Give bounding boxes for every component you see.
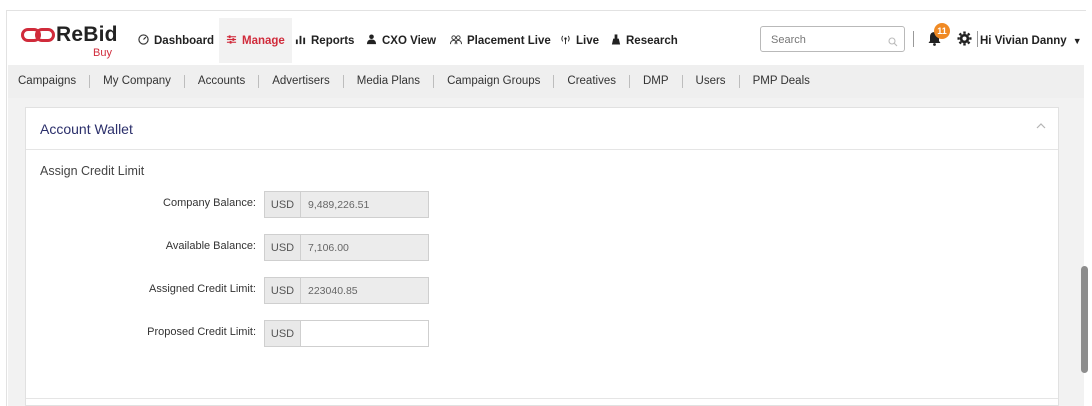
user-menu[interactable]: Hi Vivian Danny ▼ — [980, 18, 1082, 63]
nav-live[interactable]: Live — [560, 18, 599, 63]
subnav-pmp-deals[interactable]: PMP Deals — [740, 75, 823, 88]
flask-icon — [611, 33, 621, 48]
subnav-advertisers[interactable]: Advertisers — [259, 75, 344, 88]
card-divider — [26, 398, 1058, 399]
currency-addon: USD — [264, 277, 301, 304]
nav-dashboard-label: Dashboard — [154, 34, 215, 47]
nav-research[interactable]: Research — [611, 18, 678, 63]
available-balance-label: Available Balance: — [165, 240, 256, 252]
nav-reports-label: Reports — [311, 34, 355, 47]
brand-sub: Buy — [93, 47, 112, 59]
subnav-users[interactable]: Users — [683, 75, 740, 88]
subnav-creatives[interactable]: Creatives — [554, 75, 630, 88]
currency-addon: USD — [264, 191, 301, 218]
search-icon[interactable] — [888, 34, 898, 52]
top-navbar: ReBid Buy Dashboard Manage Reports CXO V… — [8, 18, 1084, 63]
section-title: Assign Credit Limit — [40, 164, 145, 178]
available-balance-field: 7,106.00 — [300, 234, 429, 261]
window-border-left — [6, 10, 7, 406]
main-content: Account Wallet Assign Credit Limit Compa… — [8, 98, 1084, 406]
subnav-campaign-groups[interactable]: Campaign Groups — [434, 75, 555, 88]
brand-name: ReBid — [56, 23, 118, 46]
nav-live-label: Live — [576, 34, 600, 47]
chevron-up-icon[interactable] — [1036, 118, 1046, 132]
gear-icon[interactable] — [957, 31, 972, 51]
people-icon — [450, 34, 462, 48]
user-greeting: Hi Vivian Danny — [980, 34, 1067, 47]
proposed-credit-limit-input[interactable] — [300, 320, 429, 347]
nav-cxo-view[interactable]: CXO View — [366, 18, 436, 63]
available-balance-row: Available Balance: USD 7,106.00 — [26, 234, 446, 261]
card-title: Account Wallet — [40, 121, 133, 137]
bar-chart-icon — [295, 34, 306, 48]
nav-cxo-view-label: CXO View — [382, 34, 437, 47]
company-balance-field: 9,489,226.51 — [300, 191, 429, 218]
scrollbar[interactable] — [1080, 18, 1089, 406]
nav-reports[interactable]: Reports — [295, 18, 354, 63]
proposed-credit-limit-label: Proposed Credit Limit: — [147, 326, 256, 338]
subnav-media-plans[interactable]: Media Plans — [344, 75, 435, 88]
currency-addon: USD — [264, 234, 301, 261]
subnav-accounts[interactable]: Accounts — [185, 75, 260, 88]
company-balance-row: Company Balance: USD 9,489,226.51 — [26, 191, 446, 218]
sub-navbar: Campaigns My Company Accounts Advertiser… — [8, 65, 1084, 98]
currency-addon: USD — [264, 320, 301, 347]
nav-placement-live[interactable]: Placement Live — [450, 18, 551, 63]
account-wallet-card: Account Wallet Assign Credit Limit Compa… — [25, 107, 1059, 406]
card-header[interactable]: Account Wallet — [26, 108, 1058, 150]
speedometer-icon — [138, 33, 149, 48]
subnav-dmp[interactable]: DMP — [630, 75, 683, 88]
chain-logo-icon — [21, 28, 55, 42]
nav-placement-live-label: Placement Live — [467, 34, 551, 47]
rebid-logo[interactable]: ReBid Buy — [21, 22, 121, 60]
nav-research-label: Research — [626, 34, 678, 47]
divider — [913, 31, 914, 47]
nav-manage-label: Manage — [242, 34, 285, 47]
assigned-credit-limit-field: 223040.85 — [300, 277, 429, 304]
subnav-campaigns[interactable]: Campaigns — [18, 75, 91, 88]
search-input[interactable] — [769, 33, 883, 47]
company-balance-label: Company Balance: — [163, 197, 256, 209]
subnav-my-company[interactable]: My Company — [90, 75, 185, 88]
search-box[interactable] — [760, 26, 905, 52]
nav-dashboard[interactable]: Dashboard — [138, 18, 214, 63]
assigned-credit-limit-row: Assigned Credit Limit: USD 223040.85 — [26, 277, 446, 304]
window-border — [6, 10, 1086, 11]
sliders-icon — [226, 34, 237, 48]
broadcast-icon — [560, 34, 571, 48]
person-icon — [366, 33, 377, 48]
nav-manage[interactable]: Manage — [219, 18, 292, 63]
scrollbar-thumb[interactable] — [1081, 266, 1088, 373]
divider — [977, 31, 978, 47]
proposed-credit-limit-row: Proposed Credit Limit: USD — [26, 320, 446, 347]
assigned-credit-limit-label: Assigned Credit Limit: — [149, 283, 256, 295]
notification-badge: 11 — [934, 23, 950, 39]
